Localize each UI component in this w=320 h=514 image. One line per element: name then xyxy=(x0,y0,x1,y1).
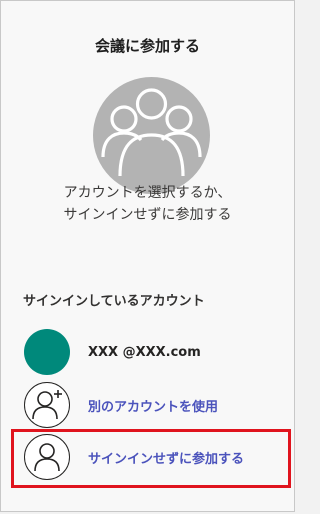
group-icon xyxy=(93,77,210,194)
use-other-account-item[interactable]: 別のアカウントを使用 xyxy=(21,379,279,431)
account-email: XXX @XXX.com xyxy=(88,344,201,360)
signed-in-accounts-heading: サインインしているアカウント xyxy=(23,294,205,309)
person-add-icon xyxy=(24,382,70,428)
avatar xyxy=(24,329,70,375)
signed-in-account-item[interactable]: XXX @XXX.com xyxy=(21,326,279,378)
dialog-subtitle: アカウントを選択するか、 サインインせずに参加する xyxy=(1,182,294,226)
use-other-account-label: 別のアカウントを使用 xyxy=(88,399,219,415)
highlight-box xyxy=(11,429,291,488)
subtitle-line-2: サインインせずに参加する xyxy=(63,207,232,223)
dialog-title: 会議に参加する xyxy=(94,37,200,55)
subtitle-line-1: アカウントを選択するか、 xyxy=(63,185,232,201)
join-meeting-dialog: 会議に参加する アカウントを選択するか、 サインインせずに参加する サインインし… xyxy=(0,0,295,512)
